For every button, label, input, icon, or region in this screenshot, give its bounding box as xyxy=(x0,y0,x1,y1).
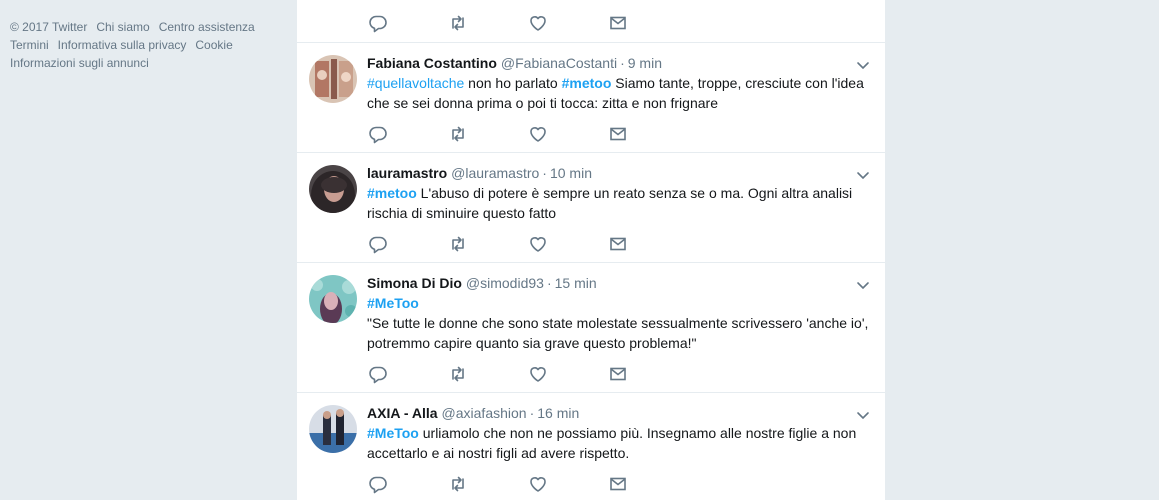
direct-message-icon[interactable] xyxy=(608,13,628,33)
footer-link-terms[interactable]: Termini xyxy=(10,38,49,52)
tweet-action-bar xyxy=(367,474,667,494)
avatar[interactable] xyxy=(309,165,357,213)
author-screen-name[interactable]: @lauramastro xyxy=(451,165,539,181)
tweet-text-segment: accettarlo e ai nostri figli ad avere ri… xyxy=(367,445,630,461)
tweet-text-segment: "Se tutte le donne che sono state molest… xyxy=(367,315,869,331)
tweet-text: #metoo L'abuso di potere è sempre un rea… xyxy=(367,183,873,223)
tweet-action-bar xyxy=(367,13,667,33)
tweet-header: Fabiana Costantino @FabianaCostanti · 9 min xyxy=(367,53,873,73)
author-fullname[interactable]: lauramastro xyxy=(367,165,447,181)
tweet-timestamp[interactable]: 9 min xyxy=(628,55,662,71)
separator: · xyxy=(542,165,547,181)
hashtag-link[interactable]: #metoo xyxy=(367,185,417,201)
footer-link-privacy[interactable]: Informativa sulla privacy xyxy=(58,38,187,52)
tweet-text-segment: Siamo tante, troppe, cresciute con l'ide… xyxy=(611,75,864,91)
retweet-icon[interactable] xyxy=(448,364,468,384)
reply-icon[interactable] xyxy=(368,124,388,144)
tweet-text-segment: rischia di sminuire questo fatto xyxy=(367,205,557,221)
tweet[interactable]: Fabiana Costantino @FabianaCostanti · 9 min… xyxy=(297,43,885,153)
tweet[interactable]: AXIA - Alla @axiafashion · 16 min #MeToo ur… xyxy=(297,393,885,500)
hashtag-link[interactable]: #MeToo xyxy=(367,425,419,441)
direct-message-icon[interactable] xyxy=(608,474,628,494)
separator: · xyxy=(529,405,535,421)
reply-icon[interactable] xyxy=(368,13,388,33)
chevron-down-icon[interactable] xyxy=(855,407,871,423)
author-fullname[interactable]: Simona Di Dio xyxy=(367,275,462,291)
direct-message-icon[interactable] xyxy=(608,364,628,384)
footer-copyright: © 2017 Twitter xyxy=(10,20,88,34)
footer-link-cookie[interactable]: Cookie xyxy=(195,38,232,52)
footer-link-help-center[interactable]: Centro assistenza xyxy=(159,20,255,34)
avatar[interactable] xyxy=(309,405,357,453)
like-icon[interactable] xyxy=(528,124,548,144)
tweet-text-segment: potremmo capire quanto sia grave questo … xyxy=(367,335,697,351)
tweet-header: Simona Di Dio @simodid93 · 15 min xyxy=(367,273,873,293)
retweet-icon[interactable] xyxy=(448,124,468,144)
like-icon[interactable] xyxy=(528,474,548,494)
hashtag-link[interactable]: #metoo xyxy=(562,75,612,91)
author-screen-name[interactable]: @FabianaCostanti xyxy=(501,55,617,71)
author-screen-name[interactable]: @simodid93 xyxy=(466,275,544,291)
tweet-timestamp[interactable]: 10 min xyxy=(550,165,592,181)
tweet-header: lauramastro @lauramastro · 10 min xyxy=(367,163,873,183)
tweet-text: #MeToo "Se tutte le donne che sono state… xyxy=(367,293,873,353)
retweet-icon[interactable] xyxy=(448,474,468,494)
reply-icon[interactable] xyxy=(368,364,388,384)
chevron-down-icon[interactable] xyxy=(855,57,871,73)
tweet-timestamp[interactable]: 16 min xyxy=(537,405,579,421)
separator: · xyxy=(546,275,552,291)
avatar[interactable] xyxy=(309,55,357,103)
like-icon[interactable] xyxy=(528,13,548,33)
tweet-action-bar xyxy=(367,234,667,254)
chevron-down-icon[interactable] xyxy=(855,277,871,293)
tweet[interactable]: Simona Di Dio @simodid93 · 15 min #MeToo "S… xyxy=(297,263,885,393)
author-screen-name[interactable]: @axiafashion xyxy=(442,405,527,421)
tweet-action-bar xyxy=(367,124,667,144)
timeline: Fabiana Costantino @FabianaCostanti · 9 min… xyxy=(297,0,885,500)
chevron-down-icon[interactable] xyxy=(855,167,871,183)
direct-message-icon[interactable] xyxy=(608,234,628,254)
tweet-action-bar xyxy=(367,364,667,384)
tweet[interactable]: lauramastro @lauramastro · 10 min #metoo L'… xyxy=(297,153,885,263)
like-icon[interactable] xyxy=(528,364,548,384)
retweet-icon[interactable] xyxy=(448,234,468,254)
footer-link-ads-info[interactable]: Informazioni sugli annunci xyxy=(10,56,149,70)
author-fullname[interactable]: Fabiana Costantino xyxy=(367,55,497,71)
hashtag-link[interactable]: #MeToo xyxy=(367,295,419,311)
like-icon[interactable] xyxy=(528,234,548,254)
hashtag-link[interactable]: #quellavoltache xyxy=(367,75,464,91)
retweet-icon[interactable] xyxy=(448,13,468,33)
tweet-text-segment: urliamolo che non ne possiamo più. Inseg… xyxy=(418,425,857,441)
footer-link-about[interactable]: Chi siamo xyxy=(96,20,149,34)
separator: · xyxy=(620,55,625,71)
tweet-text-segment: non ho parlato xyxy=(464,75,562,91)
tweet-text: #MeToo urliamolo che non ne possiamo più… xyxy=(367,423,873,463)
reply-icon[interactable] xyxy=(368,474,388,494)
author-fullname[interactable]: AXIA - Alla xyxy=(367,405,438,421)
direct-message-icon[interactable] xyxy=(608,124,628,144)
footer-links-panel: © 2017 Twitter Chi siamo Centro assistenza… xyxy=(0,0,285,80)
tweet-timestamp[interactable]: 15 min xyxy=(555,275,597,291)
tweet-text-segment: L'abuso di potere è sempre un reato senz… xyxy=(416,185,853,201)
tweet-text-segment: che se sei donna prima o poi ti tocca: z… xyxy=(367,95,718,111)
tweet-header: AXIA - Alla @axiafashion · 16 min xyxy=(367,403,873,423)
avatar[interactable] xyxy=(309,275,357,323)
reply-icon[interactable] xyxy=(368,234,388,254)
previous-tweet-actions xyxy=(297,0,885,43)
tweet-text: #quellavoltache non ho parlato #metoo Si… xyxy=(367,73,873,113)
